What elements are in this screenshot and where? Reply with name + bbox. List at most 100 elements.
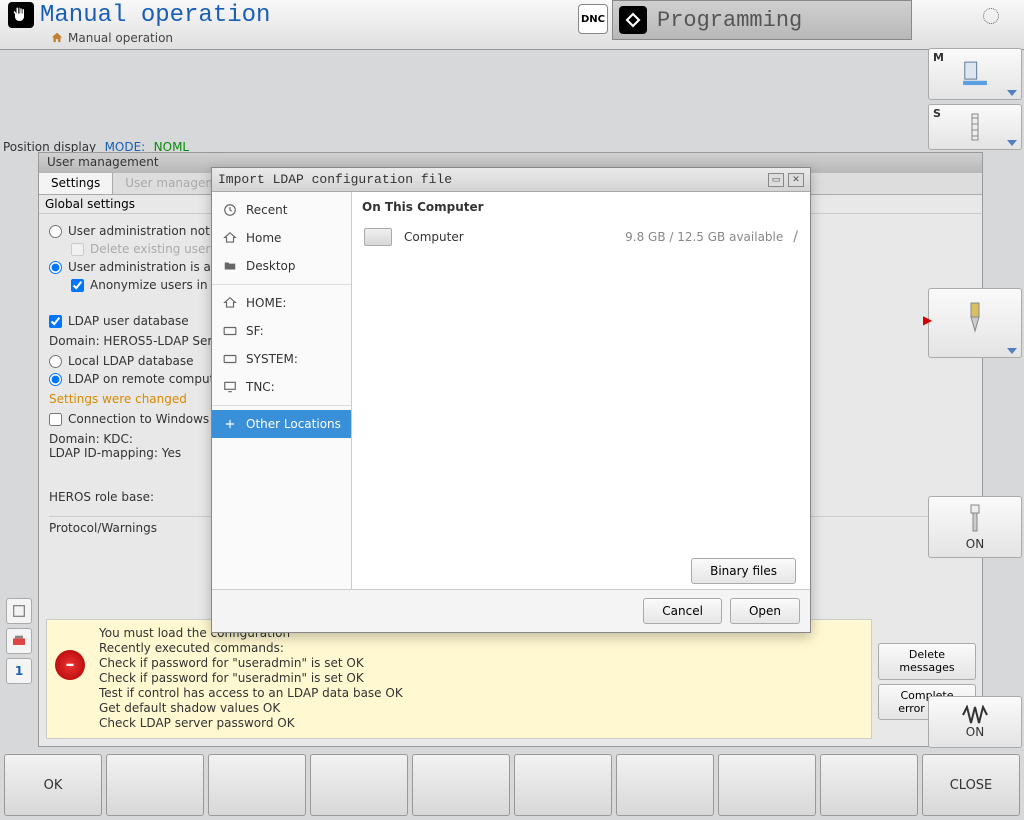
- file-row-computer[interactable]: Computer 9.8 GB / 12.5 GB available /: [352, 222, 810, 252]
- sidebar-item-label: Desktop: [246, 259, 296, 273]
- mini-btn-3[interactable]: 1: [6, 658, 32, 684]
- sidebar-item-label: SF:: [246, 324, 264, 338]
- header-title: Manual operation: [40, 2, 270, 29]
- mini-btn-2[interactable]: [6, 628, 32, 654]
- rail-wave-button[interactable]: ON: [928, 696, 1022, 748]
- sidebar-item-recent[interactable]: Recent: [212, 196, 351, 224]
- radio-local-ldap-label: Local LDAP database: [68, 354, 194, 368]
- radio-remote-ldap-label: LDAP on remote computer: [68, 372, 227, 386]
- screen-icon: [222, 379, 238, 395]
- dialog-titlebar[interactable]: Import LDAP configuration file ▭ ✕: [212, 168, 810, 192]
- sidebar-separator: [212, 405, 351, 406]
- rail-feed-button[interactable]: ON: [928, 496, 1022, 558]
- rail-spindle-button[interactable]: S: [928, 104, 1022, 150]
- wave-icon: [961, 705, 989, 725]
- rail-machine-button[interactable]: M: [928, 48, 1022, 100]
- hand-icon: [8, 2, 34, 28]
- sidebar-item-label: Home: [246, 231, 281, 245]
- diamond-icon: [619, 6, 647, 34]
- clock-icon: [222, 202, 238, 218]
- header-bar: Manual operation Manual operation DNC Pr…: [0, 0, 1024, 50]
- sidebar-item-label: TNC:: [246, 380, 275, 394]
- dialog-footer: Cancel Open: [212, 589, 810, 632]
- sidebar-item-label: HOME:: [246, 296, 286, 310]
- sidebar-item-home[interactable]: Home: [212, 224, 351, 252]
- protocol-warnings-box: – You must load the configuration Recent…: [46, 619, 872, 739]
- arrow-right-icon: ▶: [923, 313, 932, 327]
- rail-tool-button[interactable]: ▶: [928, 288, 1022, 358]
- header-left: Manual operation Manual operation: [8, 2, 270, 47]
- header-subtitle-row: Manual operation: [50, 29, 270, 47]
- window-close-icon[interactable]: ✕: [788, 173, 804, 187]
- file-filter-dropdown[interactable]: Binary files: [691, 558, 796, 584]
- sidebar-item-label: Recent: [246, 203, 287, 217]
- softkey-9[interactable]: [820, 754, 918, 816]
- dialog-title: Import LDAP configuration file: [218, 172, 764, 187]
- eject-icon[interactable]: /: [793, 229, 798, 245]
- softkey-ok[interactable]: OK: [4, 754, 102, 816]
- protocol-line: Get default shadow values OK: [99, 701, 863, 716]
- chevron-down-icon: [1007, 90, 1017, 96]
- sidebar-item-label: SYSTEM:: [246, 352, 298, 366]
- softkey-3[interactable]: [208, 754, 306, 816]
- file-row-meta: 9.8 GB / 12.5 GB available: [625, 230, 783, 244]
- rail-m-label: M: [933, 51, 944, 64]
- mini-btn-3-label: 1: [15, 664, 23, 678]
- dnc-badge[interactable]: DNC: [578, 4, 608, 34]
- drive-icon: [364, 228, 392, 246]
- dialog-main-heading: On This Computer: [352, 192, 810, 222]
- rail-on-label: ON: [966, 725, 984, 739]
- softkey-4[interactable]: [310, 754, 408, 816]
- softkey-8[interactable]: [718, 754, 816, 816]
- sidebar-item-sf[interactable]: SF:: [212, 317, 351, 345]
- feed-icon: [967, 503, 983, 537]
- mini-btn-1[interactable]: [6, 598, 32, 624]
- drive-icon: [222, 323, 238, 339]
- tool-icon: [966, 301, 984, 345]
- sidebar-item-label: Other Locations: [246, 417, 341, 431]
- protocol-line: Check if password for "useradmin" is set…: [99, 671, 863, 686]
- window-minimize-icon[interactable]: ▭: [768, 173, 784, 187]
- dialog-body: Recent Home Desktop HOME: SF: SYSTEM:: [212, 192, 810, 589]
- plus-icon: [222, 416, 238, 432]
- home-icon: [222, 295, 238, 311]
- right-rail: M S ▶ ON ON: [926, 46, 1024, 750]
- drive-icon: [222, 351, 238, 367]
- softkey-6[interactable]: [514, 754, 612, 816]
- sidebar-separator: [212, 284, 351, 285]
- cancel-button[interactable]: Cancel: [643, 598, 722, 624]
- left-mini-toolbar: 1: [6, 598, 34, 684]
- dialog-main: On This Computer Computer 9.8 GB / 12.5 …: [352, 192, 810, 589]
- softkey-7[interactable]: [616, 754, 714, 816]
- folder-icon: [222, 258, 238, 274]
- softkey-close[interactable]: CLOSE: [922, 754, 1020, 816]
- machine-icon: [958, 57, 992, 91]
- rail-on-label: ON: [966, 537, 984, 551]
- header-title-block: Manual operation Manual operation: [40, 2, 270, 47]
- tab-settings[interactable]: Settings: [39, 173, 113, 194]
- file-filter-button[interactable]: Binary files: [691, 558, 796, 584]
- dialog-sidebar: Recent Home Desktop HOME: SF: SYSTEM:: [212, 192, 352, 589]
- sidebar-item-tnc[interactable]: TNC:: [212, 373, 351, 401]
- protocol-line: Check if password for "useradmin" is set…: [99, 656, 863, 671]
- import-ldap-dialog: Import LDAP configuration file ▭ ✕ Recen…: [211, 167, 811, 633]
- sidebar-item-home-drive[interactable]: HOME:: [212, 289, 351, 317]
- programming-mode-button[interactable]: Programming: [612, 0, 912, 40]
- rail-s-label: S: [933, 107, 941, 120]
- softkey-2[interactable]: [106, 754, 204, 816]
- sidebar-item-system[interactable]: SYSTEM:: [212, 345, 351, 373]
- programming-label: Programming: [657, 8, 802, 33]
- chevron-down-icon: [1007, 140, 1017, 146]
- protocol-line: Test if control has access to an LDAP da…: [99, 686, 863, 701]
- spindle-scale-icon: [966, 112, 984, 142]
- protocol-line: Check LDAP server password OK: [99, 716, 863, 731]
- home-icon: [222, 230, 238, 246]
- softkey-5[interactable]: [412, 754, 510, 816]
- chevron-down-icon: [1007, 348, 1017, 354]
- no-entry-icon: –: [55, 650, 85, 680]
- open-button[interactable]: Open: [730, 598, 800, 624]
- sidebar-item-desktop[interactable]: Desktop: [212, 252, 351, 280]
- home-icon: [50, 31, 64, 45]
- protocol-line: Recently executed commands:: [99, 641, 863, 656]
- sidebar-item-other-locations[interactable]: Other Locations: [212, 410, 351, 438]
